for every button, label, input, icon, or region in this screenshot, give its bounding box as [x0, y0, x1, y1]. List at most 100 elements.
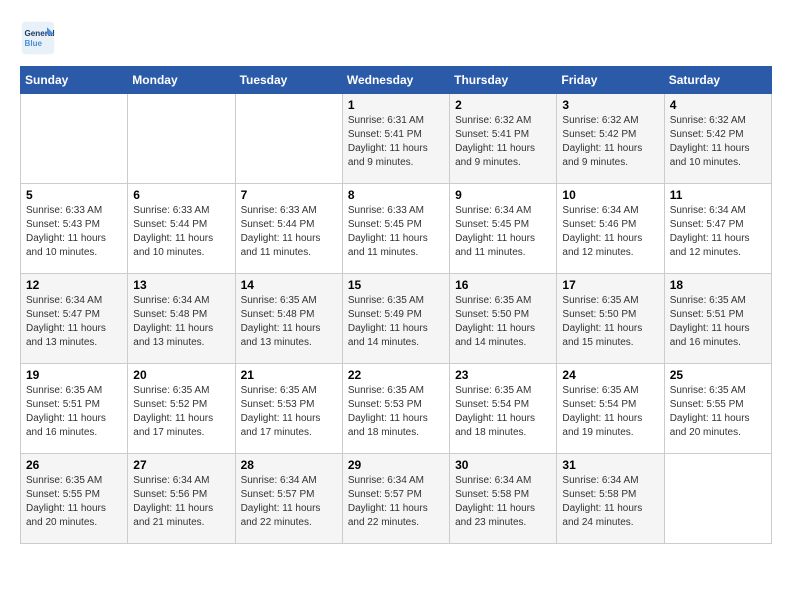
- day-number: 18: [670, 278, 766, 292]
- day-info: Sunrise: 6:35 AM Sunset: 5:54 PM Dayligh…: [562, 384, 658, 440]
- day-info: Sunrise: 6:33 AM Sunset: 5:43 PM Dayligh…: [26, 204, 122, 260]
- day-number: 21: [241, 368, 337, 382]
- day-info: Sunrise: 6:35 AM Sunset: 5:55 PM Dayligh…: [670, 384, 766, 440]
- day-cell: 11Sunrise: 6:34 AM Sunset: 5:47 PM Dayli…: [664, 184, 771, 274]
- header-saturday: Saturday: [664, 67, 771, 94]
- header-wednesday: Wednesday: [342, 67, 449, 94]
- day-cell: 10Sunrise: 6:34 AM Sunset: 5:46 PM Dayli…: [557, 184, 664, 274]
- day-number: 16: [455, 278, 551, 292]
- day-number: 12: [26, 278, 122, 292]
- logo-icon: General Blue: [20, 20, 56, 56]
- day-cell: [235, 94, 342, 184]
- day-number: 6: [133, 188, 229, 202]
- week-row-2: 5 Sunrise: 6:33 AM Sunset: 5:43 PM Daylig…: [21, 184, 772, 274]
- header: General Blue: [20, 20, 772, 56]
- day-cell: 26 Sunrise: 6:35 AM Sunset: 5:55 PM Dayli…: [21, 454, 128, 544]
- day-number: 26: [26, 458, 122, 472]
- day-number: 9: [455, 188, 551, 202]
- day-cell: 15 Sunrise: 6:35 AM Sunset: 5:49 PM Dayli…: [342, 274, 449, 364]
- day-info: Sunrise: 6:35 AM Sunset: 5:54 PM Dayligh…: [455, 384, 551, 440]
- day-number: 3: [562, 98, 658, 112]
- day-number: 2: [455, 98, 551, 112]
- day-number: 4: [670, 98, 766, 112]
- day-cell: 16 Sunrise: 6:35 AM Sunset: 5:50 PM Dayli…: [450, 274, 557, 364]
- days-header-row: SundayMondayTuesdayWednesdayThursdayFrid…: [21, 67, 772, 94]
- day-info: Sunrise: 6:34 AM Sunset: 5:48 PM Dayligh…: [133, 294, 229, 350]
- header-tuesday: Tuesday: [235, 67, 342, 94]
- day-number: 22: [348, 368, 444, 382]
- day-number: 19: [26, 368, 122, 382]
- day-number: 15: [348, 278, 444, 292]
- day-number: 24: [562, 368, 658, 382]
- day-number: 1: [348, 98, 444, 112]
- day-number: 11: [670, 188, 766, 202]
- day-number: 17: [562, 278, 658, 292]
- day-info: Sunrise: 6:34 AM Sunset: 5:58 PM Dayligh…: [455, 474, 551, 530]
- svg-text:Blue: Blue: [25, 39, 43, 48]
- logo: General Blue: [20, 20, 60, 56]
- day-cell: 8 Sunrise: 6:33 AM Sunset: 5:45 PM Daylig…: [342, 184, 449, 274]
- day-info: Sunrise: 6:32 AM Sunset: 5:42 PM Dayligh…: [562, 114, 658, 170]
- day-number: 25: [670, 368, 766, 382]
- day-info: Sunrise: 6:35 AM Sunset: 5:52 PM Dayligh…: [133, 384, 229, 440]
- day-cell: [128, 94, 235, 184]
- day-info: Sunrise: 6:32 AM Sunset: 5:41 PM Dayligh…: [455, 114, 551, 170]
- day-info: Sunrise: 6:35 AM Sunset: 5:53 PM Dayligh…: [241, 384, 337, 440]
- day-number: 14: [241, 278, 337, 292]
- day-number: 28: [241, 458, 337, 472]
- day-info: Sunrise: 6:35 AM Sunset: 5:50 PM Dayligh…: [562, 294, 658, 350]
- day-number: 30: [455, 458, 551, 472]
- day-cell: 3 Sunrise: 6:32 AM Sunset: 5:42 PM Daylig…: [557, 94, 664, 184]
- day-cell: 29Sunrise: 6:34 AM Sunset: 5:57 PM Dayli…: [342, 454, 449, 544]
- day-number: 13: [133, 278, 229, 292]
- day-cell: 21 Sunrise: 6:35 AM Sunset: 5:53 PM Dayli…: [235, 364, 342, 454]
- day-cell: 24 Sunrise: 6:35 AM Sunset: 5:54 PM Dayli…: [557, 364, 664, 454]
- header-sunday: Sunday: [21, 67, 128, 94]
- day-info: Sunrise: 6:34 AM Sunset: 5:56 PM Dayligh…: [133, 474, 229, 530]
- day-info: Sunrise: 6:31 AM Sunset: 5:41 PM Dayligh…: [348, 114, 444, 170]
- day-number: 23: [455, 368, 551, 382]
- day-cell: 12 Sunrise: 6:34 AM Sunset: 5:47 PM Dayli…: [21, 274, 128, 364]
- day-info: Sunrise: 6:33 AM Sunset: 5:44 PM Dayligh…: [133, 204, 229, 260]
- day-info: Sunrise: 6:34 AM Sunset: 5:47 PM Dayligh…: [26, 294, 122, 350]
- day-cell: 1 Sunrise: 6:31 AM Sunset: 5:41 PM Daylig…: [342, 94, 449, 184]
- day-number: 5: [26, 188, 122, 202]
- day-info: Sunrise: 6:35 AM Sunset: 5:50 PM Dayligh…: [455, 294, 551, 350]
- day-info: Sunrise: 6:34 AM Sunset: 5:58 PM Dayligh…: [562, 474, 658, 530]
- day-cell: 6 Sunrise: 6:33 AM Sunset: 5:44 PM Daylig…: [128, 184, 235, 274]
- day-number: 10: [562, 188, 658, 202]
- day-number: 7: [241, 188, 337, 202]
- day-cell: 30 Sunrise: 6:34 AM Sunset: 5:58 PM Dayli…: [450, 454, 557, 544]
- day-cell: 4 Sunrise: 6:32 AM Sunset: 5:42 PM Daylig…: [664, 94, 771, 184]
- day-cell: 17 Sunrise: 6:35 AM Sunset: 5:50 PM Dayli…: [557, 274, 664, 364]
- header-monday: Monday: [128, 67, 235, 94]
- day-cell: 13 Sunrise: 6:34 AM Sunset: 5:48 PM Dayli…: [128, 274, 235, 364]
- day-info: Sunrise: 6:35 AM Sunset: 5:48 PM Dayligh…: [241, 294, 337, 350]
- day-cell: 25 Sunrise: 6:35 AM Sunset: 5:55 PM Dayli…: [664, 364, 771, 454]
- day-number: 27: [133, 458, 229, 472]
- day-cell: 20Sunrise: 6:35 AM Sunset: 5:52 PM Dayli…: [128, 364, 235, 454]
- day-cell: 23 Sunrise: 6:35 AM Sunset: 5:54 PM Dayli…: [450, 364, 557, 454]
- day-cell: 27 Sunrise: 6:34 AM Sunset: 5:56 PM Dayli…: [128, 454, 235, 544]
- day-info: Sunrise: 6:35 AM Sunset: 5:49 PM Dayligh…: [348, 294, 444, 350]
- day-info: Sunrise: 6:35 AM Sunset: 5:51 PM Dayligh…: [26, 384, 122, 440]
- week-row-1: 1 Sunrise: 6:31 AM Sunset: 5:41 PM Daylig…: [21, 94, 772, 184]
- day-cell: [21, 94, 128, 184]
- day-cell: 22Sunrise: 6:35 AM Sunset: 5:53 PM Dayli…: [342, 364, 449, 454]
- header-thursday: Thursday: [450, 67, 557, 94]
- day-cell: 9Sunrise: 6:34 AM Sunset: 5:45 PM Daylig…: [450, 184, 557, 274]
- day-info: Sunrise: 6:35 AM Sunset: 5:51 PM Dayligh…: [670, 294, 766, 350]
- day-number: 31: [562, 458, 658, 472]
- day-cell: 18 Sunrise: 6:35 AM Sunset: 5:51 PM Dayli…: [664, 274, 771, 364]
- day-cell: 7Sunrise: 6:33 AM Sunset: 5:44 PM Daylig…: [235, 184, 342, 274]
- day-info: Sunrise: 6:32 AM Sunset: 5:42 PM Dayligh…: [670, 114, 766, 170]
- day-cell: 31 Sunrise: 6:34 AM Sunset: 5:58 PM Dayli…: [557, 454, 664, 544]
- day-info: Sunrise: 6:35 AM Sunset: 5:55 PM Dayligh…: [26, 474, 122, 530]
- week-row-4: 19 Sunrise: 6:35 AM Sunset: 5:51 PM Dayli…: [21, 364, 772, 454]
- day-cell: 14 Sunrise: 6:35 AM Sunset: 5:48 PM Dayli…: [235, 274, 342, 364]
- calendar-table: SundayMondayTuesdayWednesdayThursdayFrid…: [20, 66, 772, 544]
- day-info: Sunrise: 6:33 AM Sunset: 5:45 PM Dayligh…: [348, 204, 444, 260]
- day-cell: 5 Sunrise: 6:33 AM Sunset: 5:43 PM Daylig…: [21, 184, 128, 274]
- week-row-5: 26 Sunrise: 6:35 AM Sunset: 5:55 PM Dayli…: [21, 454, 772, 544]
- day-number: 8: [348, 188, 444, 202]
